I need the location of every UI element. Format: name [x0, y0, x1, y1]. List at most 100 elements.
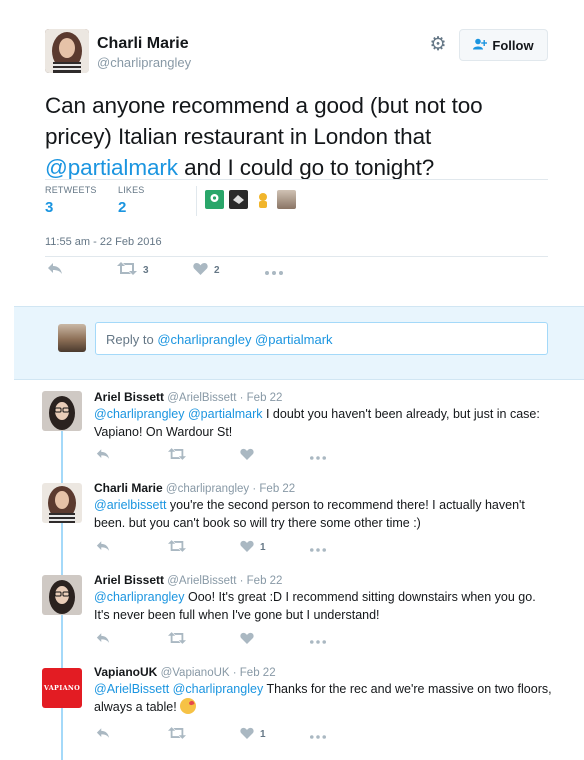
retweet-button[interactable]: 3 [117, 262, 193, 278]
kiss-emoji-icon [180, 698, 197, 714]
likes-count[interactable]: 2 [118, 199, 126, 216]
more-button[interactable] [310, 447, 326, 463]
current-user-avatar [58, 324, 86, 352]
reply-mention[interactable]: @ArielBissett @charliprangley [94, 682, 263, 696]
tweet-mention[interactable]: @partialmark [45, 155, 178, 180]
tweet-text-part: Can anyone recommend a good (but not too… [45, 93, 483, 149]
author-name[interactable]: Charli Marie [97, 35, 189, 53]
reply-prefix: Reply to [106, 332, 158, 347]
like-button[interactable]: 1 [240, 539, 310, 555]
reply-handle-time[interactable]: @VapianoUK · Feb 22 [161, 667, 276, 679]
likes-label: LIKES [118, 185, 145, 195]
reply-icon [96, 726, 110, 742]
reply-compose-bar: Reply to @charliprangley @partialmark [14, 306, 584, 380]
reply-actions [96, 447, 326, 463]
reply-button[interactable] [96, 447, 168, 463]
reply-mention[interactable]: @charliprangley [94, 590, 185, 604]
liker-avatar[interactable] [253, 190, 272, 209]
reply-actions: 1 [96, 539, 326, 555]
reply-button[interactable] [96, 726, 168, 742]
reply-icon [96, 539, 110, 555]
stat-separator [196, 186, 197, 216]
retweet-icon [117, 262, 137, 278]
heart-icon [193, 262, 208, 278]
reply-avatar[interactable] [42, 391, 82, 431]
gear-icon[interactable]: ⚙ [428, 35, 448, 55]
retweet-icon [168, 726, 186, 742]
add-user-icon [473, 38, 488, 53]
reply-author-name[interactable]: VapianoUK [94, 665, 157, 679]
retweets-label: RETWEETS [45, 185, 97, 195]
reply-icon [96, 447, 110, 463]
tweet-timestamp[interactable]: 11:55 am - 22 Feb 2016 [45, 236, 162, 248]
liker-avatar[interactable] [205, 190, 224, 209]
heart-icon [240, 726, 254, 742]
like-button[interactable] [240, 447, 310, 463]
vapiano-logo-text: VAPIANO [43, 684, 81, 692]
like-button[interactable]: 2 [193, 262, 265, 278]
reply-header: VapianoUK @VapianoUK · Feb 22 [94, 665, 276, 679]
reply-handle-time[interactable]: @ArielBissett · Feb 22 [167, 575, 282, 587]
follow-label: Follow [492, 37, 534, 53]
reply-author-name[interactable]: Ariel Bissett [94, 573, 164, 587]
author-handle[interactable]: @charliprangley [97, 55, 191, 70]
retweet-button[interactable] [168, 726, 240, 742]
reply-input[interactable]: Reply to @charliprangley @partialmark [95, 322, 548, 355]
retweets-count[interactable]: 3 [45, 199, 53, 216]
heart-icon [240, 447, 254, 463]
follow-button[interactable]: Follow [459, 29, 548, 61]
reply-button[interactable] [47, 262, 117, 278]
liker-avatar[interactable] [229, 190, 248, 209]
reply-mentions: @charliprangley @partialmark [157, 332, 333, 347]
liker-avatars [205, 190, 296, 209]
reply-handle-time[interactable]: @ArielBissett · Feb 22 [167, 392, 282, 404]
retweet-icon [168, 447, 186, 463]
like-button[interactable]: 1 [240, 726, 310, 742]
like-count: 2 [214, 264, 220, 276]
retweet-count: 3 [143, 264, 149, 276]
like-button[interactable] [240, 631, 310, 647]
retweet-icon [168, 539, 186, 555]
more-button[interactable] [310, 726, 326, 742]
reply-author-name[interactable]: Ariel Bissett [94, 390, 164, 404]
more-icon [310, 631, 326, 647]
retweet-icon [168, 631, 186, 647]
main-tweet: Charli Marie @charliprangley ⚙ Follow Ca… [0, 0, 584, 306]
like-count: 1 [260, 541, 266, 553]
retweet-button[interactable] [168, 539, 240, 555]
more-icon [310, 447, 326, 463]
reply-icon [47, 262, 63, 278]
reply-avatar[interactable] [42, 483, 82, 523]
more-button[interactable] [265, 262, 283, 278]
author-avatar[interactable] [45, 29, 89, 73]
reply-actions [96, 631, 326, 647]
more-button[interactable] [310, 631, 326, 647]
reply-mention[interactable]: @charliprangley @partialmark [94, 407, 263, 421]
retweet-button[interactable] [168, 631, 240, 647]
reply-avatar[interactable] [42, 575, 82, 615]
reply-button[interactable] [96, 539, 168, 555]
reply-text: @arielbissett you're the second person t… [94, 496, 554, 532]
liker-avatar[interactable] [277, 190, 296, 209]
reply-handle-time[interactable]: @charliprangley · Feb 22 [166, 483, 295, 495]
reply-author-name[interactable]: Charli Marie [94, 481, 163, 495]
tweet-text-part: and I could go to tonight? [177, 155, 435, 180]
more-button[interactable] [310, 539, 326, 555]
reply-text: @charliprangley Ooo! It's great :D I rec… [94, 588, 554, 624]
like-count: 1 [260, 728, 266, 740]
reply-header: Ariel Bissett @ArielBissett · Feb 22 [94, 573, 282, 587]
heart-icon [240, 539, 254, 555]
vapiano-logo[interactable]: VAPIANO [42, 668, 82, 708]
reply-icon [96, 631, 110, 647]
reply-header: Ariel Bissett @ArielBissett · Feb 22 [94, 390, 282, 404]
reply-header: Charli Marie @charliprangley · Feb 22 [94, 481, 295, 495]
tweet-actions: 3 2 [47, 262, 283, 278]
divider [45, 179, 548, 180]
reply-mention[interactable]: @arielbissett [94, 498, 166, 512]
more-icon [310, 726, 326, 742]
reply-actions: 1 [96, 726, 326, 742]
retweet-button[interactable] [168, 447, 240, 463]
heart-icon [240, 631, 254, 647]
more-icon [265, 262, 283, 278]
reply-button[interactable] [96, 631, 168, 647]
